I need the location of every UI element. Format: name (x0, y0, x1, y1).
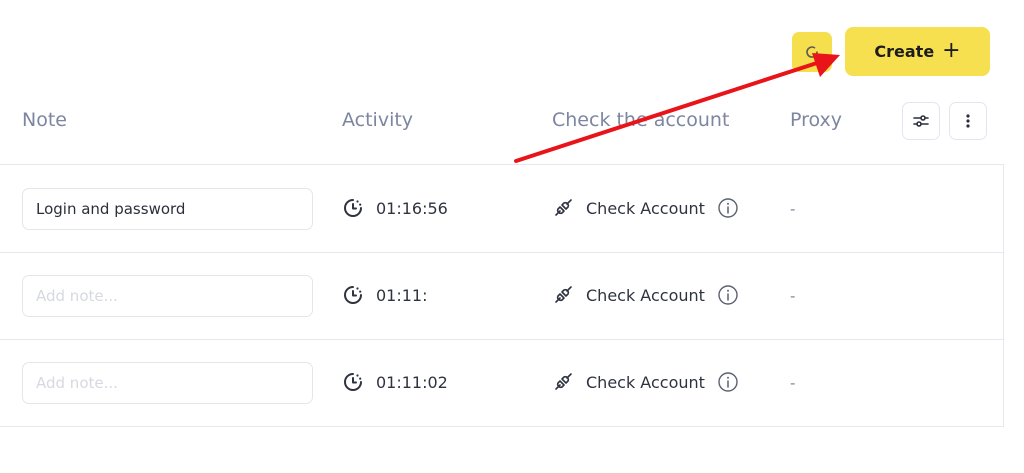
plug-icon (555, 286, 572, 303)
table-border (1003, 164, 1004, 427)
column-header-note: Note (22, 109, 67, 131)
proxy-cell: - (790, 287, 796, 305)
table-divider (0, 252, 1004, 253)
note-input[interactable] (22, 275, 313, 317)
check-account-button[interactable]: Check Account (552, 197, 739, 219)
check-account-label: Check Account (586, 372, 705, 392)
activity-cell: 01:11: (342, 284, 428, 306)
info-icon[interactable] (717, 371, 739, 393)
refresh-icon (806, 46, 818, 58)
table-divider (0, 164, 1004, 165)
plus-icon: + (942, 37, 961, 63)
table-divider (0, 426, 1004, 427)
info-icon[interactable] (717, 284, 739, 306)
activity-cell: 01:11:02 (342, 371, 448, 393)
column-header-activity: Activity (342, 109, 414, 131)
check-account-button[interactable]: Check Account (552, 284, 739, 306)
table-divider (0, 339, 1004, 340)
sliders-icon (913, 115, 929, 127)
timer-icon (344, 286, 362, 304)
activity-time: 01:16:56 (376, 198, 448, 218)
info-icon[interactable] (717, 197, 739, 219)
check-account-label: Check Account (586, 285, 705, 305)
more-options-button[interactable] (949, 102, 987, 140)
activity-cell: 01:16:56 (342, 197, 448, 219)
create-button[interactable]: Create + (845, 27, 990, 76)
check-account-label: Check Account (586, 198, 705, 218)
column-header-check: Check the account (552, 109, 730, 131)
timer-icon (344, 199, 362, 217)
plug-icon (555, 199, 572, 216)
refresh-button[interactable] (792, 32, 832, 72)
activity-time: 01:11:02 (376, 372, 448, 392)
timer-icon (344, 373, 362, 391)
column-settings-button[interactable] (902, 102, 940, 140)
column-header-proxy: Proxy (790, 109, 843, 131)
activity-time: 01:11: (376, 285, 428, 305)
note-input[interactable] (22, 188, 313, 230)
proxy-cell: - (790, 374, 796, 392)
note-input[interactable] (22, 362, 313, 404)
check-account-button[interactable]: Check Account (552, 371, 739, 393)
plug-icon (555, 373, 572, 390)
more-vertical-icon (966, 114, 970, 128)
proxy-cell: - (790, 200, 796, 218)
create-button-label: Create (874, 42, 935, 61)
